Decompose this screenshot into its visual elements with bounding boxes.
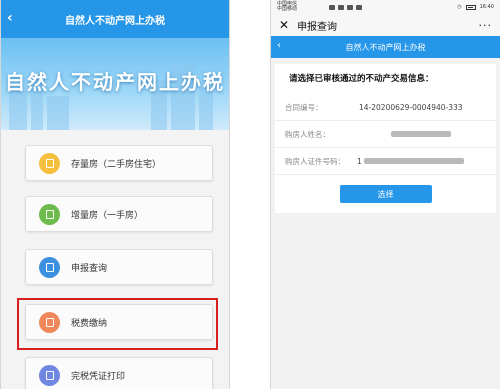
- field-value: 1: [357, 156, 362, 166]
- carrier-label: 中国移动: [277, 6, 298, 12]
- alarm-icon: ◷: [457, 4, 462, 10]
- transaction-card: 请选择已审核通过的不动产交易信息： 合同编号： 14-20200629-0004…: [275, 64, 496, 213]
- print-icon: [39, 364, 60, 386]
- field-row-buyer-id: 购房人证件号码： 1: [275, 148, 496, 175]
- select-button[interactable]: 选择: [339, 185, 432, 203]
- status-bar: 中国电信 中国移动 ◷ 16:40: [271, 0, 500, 14]
- menu-item-label: 完税凭证打印: [71, 371, 126, 382]
- back-icon[interactable]: ‹: [277, 40, 281, 51]
- menu-item-label: 增量房（一手房）: [71, 210, 144, 221]
- app-header: ‹ 自然人不动产网上办税: [271, 36, 500, 58]
- redacted-mask: [391, 131, 451, 137]
- menu-item-declaration-query[interactable]: 申报查询: [25, 249, 213, 285]
- highlight-box: [17, 298, 218, 350]
- app-header: ‹ 自然人不动产网上办税: [1, 0, 229, 38]
- building-icon: [39, 203, 60, 225]
- right-screen: 中国电信 中国移动 ◷ 16:40 ✕ 申报查询 ··· ‹ 自然人不动产网上办…: [270, 0, 500, 389]
- close-icon[interactable]: ✕: [279, 18, 289, 32]
- window-title: 申报查询: [297, 21, 338, 33]
- more-icon[interactable]: ···: [479, 19, 493, 32]
- document-search-icon: [39, 256, 60, 278]
- battery-icon: [465, 4, 476, 10]
- left-screen: ‹ 自然人不动产网上办税 自然人不动产网上办税 存量房（二手房住宅） 增量房（一…: [0, 0, 230, 389]
- menu-item-existing-housing[interactable]: 存量房（二手房住宅）: [25, 145, 213, 181]
- app-title: 自然人不动产网上办税: [345, 42, 426, 52]
- signal-icon: [329, 4, 362, 10]
- window-titlebar: ✕ 申报查询 ···: [271, 14, 500, 36]
- field-row-contract: 合同编号： 14-20200629-0004940-333: [275, 94, 496, 121]
- menu-item-label: 存量房（二手房住宅）: [71, 159, 162, 170]
- menu-item-new-housing[interactable]: 增量房（一手房）: [25, 196, 213, 232]
- menu-item-print-certificate[interactable]: 完税凭证打印: [25, 357, 213, 389]
- house-icon: [39, 152, 60, 174]
- field-value: 14-20200629-0004940-333: [359, 102, 463, 112]
- field-label: 购房人证件号码：: [285, 156, 345, 166]
- menu-item-label: 申报查询: [71, 263, 108, 274]
- redacted-mask: [363, 158, 464, 164]
- selection-prompt: 请选择已审核通过的不动产交易信息：: [289, 74, 434, 84]
- field-label: 合同编号：: [285, 102, 323, 112]
- app-title: 自然人不动产网上办税: [65, 15, 165, 27]
- back-icon[interactable]: ‹: [7, 9, 13, 27]
- banner: 自然人不动产网上办税: [1, 38, 229, 130]
- status-time: 16:40: [479, 4, 494, 10]
- field-label: 购房人姓名：: [285, 129, 330, 139]
- banner-title: 自然人不动产网上办税: [5, 70, 225, 94]
- field-row-buyer-name: 购房人姓名：: [275, 121, 496, 148]
